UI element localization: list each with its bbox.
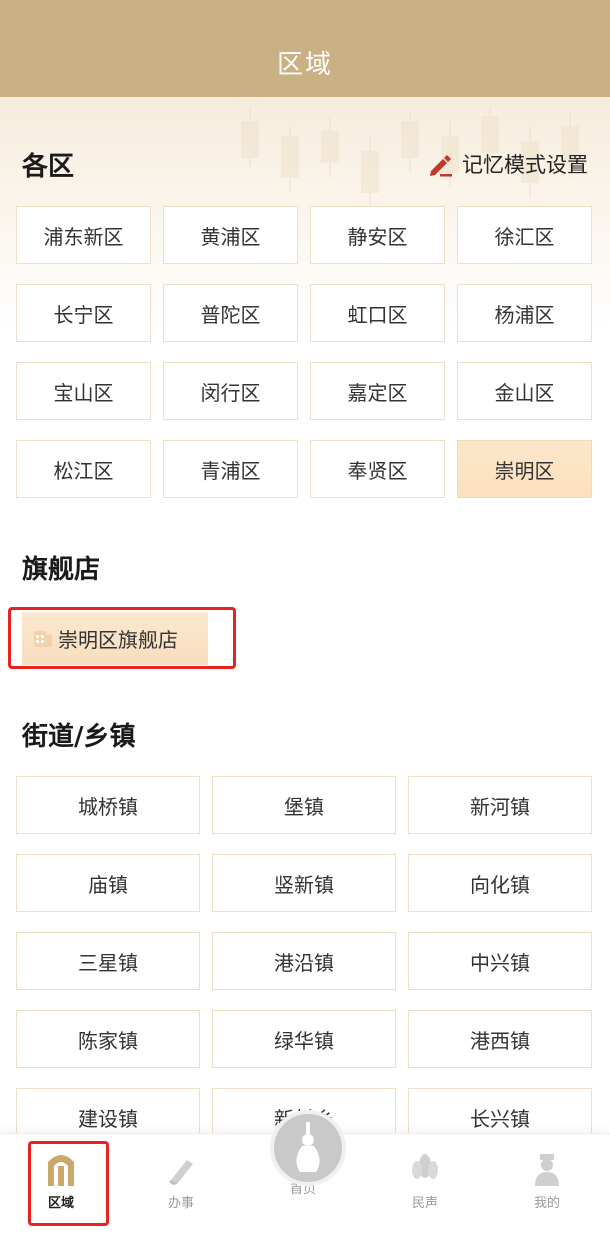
tab-mine-label: 我的 — [533, 1196, 560, 1211]
street-item[interactable]: 向化镇 — [408, 854, 592, 912]
person-icon — [535, 1154, 559, 1186]
street-item[interactable]: 绿华镇 — [212, 1010, 396, 1068]
street-item[interactable]: 堡镇 — [212, 776, 396, 834]
tab-voice[interactable]: 民声 — [380, 1152, 470, 1232]
district-item[interactable]: 松江区 — [16, 440, 151, 498]
district-item[interactable]: 奉贤区 — [310, 440, 445, 498]
flagship-store-button[interactable]: 崇明区旗舰店 — [22, 612, 208, 665]
district-item[interactable]: 普陀区 — [163, 284, 298, 342]
street-item[interactable]: 中兴镇 — [408, 932, 592, 990]
store-doc-icon — [34, 630, 52, 647]
tab-region[interactable]: 区域 — [16, 1152, 106, 1232]
district-item[interactable]: 虹口区 — [310, 284, 445, 342]
street-item[interactable]: 陈家镇 — [16, 1010, 200, 1068]
memory-mode-label: 记忆模式设置 — [462, 153, 588, 177]
district-item[interactable]: 黄浦区 — [163, 206, 298, 264]
pencil-icon — [430, 155, 452, 177]
header-bar: 区域 — [0, 0, 610, 97]
district-grid: 浦东新区 黄浦区 静安区 徐汇区 长宁区 普陀区 虹口区 杨浦区 宝山区 闵行区… — [16, 206, 592, 498]
districts-title: 各区 — [22, 152, 75, 182]
page-title: 区域 — [276, 50, 333, 80]
street-grid: 城桥镇 堡镇 新河镇 庙镇 竖新镇 向化镇 三星镇 港沿镇 中兴镇 陈家镇 绿华… — [16, 776, 592, 1146]
district-item[interactable]: 浦东新区 — [16, 206, 151, 264]
street-item[interactable]: 三星镇 — [16, 932, 200, 990]
tab-services-label: 办事 — [167, 1196, 194, 1211]
street-item[interactable]: 港沿镇 — [212, 932, 396, 990]
tab-mine[interactable]: 我的 — [502, 1152, 592, 1232]
flower-icon — [412, 1154, 438, 1179]
flagship-store-label: 崇明区旗舰店 — [58, 628, 178, 652]
street-item[interactable]: 城桥镇 — [16, 776, 200, 834]
district-item[interactable]: 杨浦区 — [457, 284, 592, 342]
district-item[interactable]: 嘉定区 — [310, 362, 445, 420]
district-item-selected[interactable]: 崇明区 — [457, 440, 592, 498]
street-item[interactable]: 新河镇 — [408, 776, 592, 834]
district-item[interactable]: 闵行区 — [163, 362, 298, 420]
district-item[interactable]: 长宁区 — [16, 284, 151, 342]
region-arch-icon — [48, 1155, 74, 1186]
street-item[interactable]: 庙镇 — [16, 854, 200, 912]
home-center-button[interactable] — [270, 1110, 346, 1186]
street-item[interactable]: 竖新镇 — [212, 854, 396, 912]
district-item[interactable]: 宝山区 — [16, 362, 151, 420]
tab-voice-label: 民声 — [411, 1196, 438, 1211]
district-item[interactable]: 徐汇区 — [457, 206, 592, 264]
district-item[interactable]: 静安区 — [310, 206, 445, 264]
district-item[interactable]: 青浦区 — [163, 440, 298, 498]
tab-services[interactable]: 办事 — [136, 1152, 226, 1232]
flagship-title: 旗舰店 — [22, 555, 101, 585]
memory-mode-settings-button[interactable]: 记忆模式设置 — [426, 148, 588, 180]
tab-region-label: 区域 — [47, 1196, 74, 1211]
street-item[interactable]: 港西镇 — [408, 1010, 592, 1068]
pen-icon — [169, 1160, 193, 1185]
streets-title: 街道/乡镇 — [22, 722, 136, 752]
district-item[interactable]: 金山区 — [457, 362, 592, 420]
tower-icon — [296, 1122, 320, 1172]
